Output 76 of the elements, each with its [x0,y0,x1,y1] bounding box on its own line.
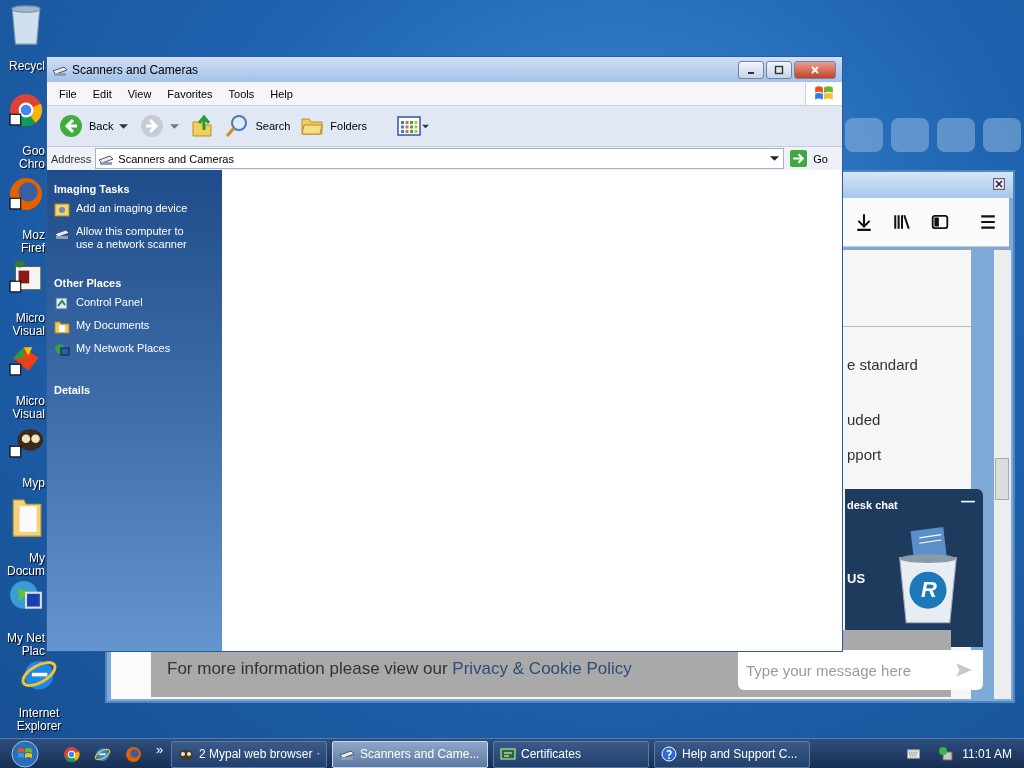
close-button[interactable] [794,60,836,79]
more-button[interactable]: » [156,741,164,757]
sidebar-icon[interactable] [931,213,949,231]
help-icon [661,746,677,762]
network-status-icon[interactable] [938,746,955,762]
icon-label: Recycl [8,60,45,73]
control-panel-icon [54,296,70,312]
privacy-policy-link[interactable]: Privacy & Cookie Policy [452,659,632,678]
scrollbar[interactable] [994,250,1011,699]
page-text: uded [847,411,881,428]
section-title[interactable]: Imaging Tasks [54,183,130,195]
task-link[interactable]: My Network Places [54,342,202,358]
browser-icon[interactable] [63,745,80,763]
chat-text: US [847,571,866,586]
menu-icon[interactable] [979,213,997,231]
go-arrow-icon [790,150,808,167]
task-link[interactable]: My Documents [54,319,202,335]
task-link[interactable]: Allow this computer to use a network scanner [54,225,202,251]
menu-item[interactable]: View [119,87,160,100]
menu-item[interactable]: File [51,87,85,100]
minimize-icon [748,71,754,74]
go-button[interactable]: Go [788,150,838,167]
menu-item[interactable]: Edit [84,87,120,100]
close-icon [810,64,820,75]
message-box[interactable]: Type your message here [738,650,983,690]
icon-label: Myp [21,477,45,490]
certificate-icon [500,746,516,762]
search-button[interactable]: Search [221,112,295,140]
minimize-button[interactable]: — [961,493,975,509]
clock[interactable]: 11:01 AM [962,747,1012,761]
cookie-notice: For more information please view our Privacy & Cookie Policy [167,659,632,679]
logo-letter: R [921,577,937,603]
task-link[interactable]: Control Panel [54,296,202,312]
menu-item[interactable]: Tools [220,87,263,100]
taskbar-button[interactable]: Certificates [493,740,649,768]
task-link[interactable]: Add an imaging device [54,202,202,218]
dropdown-arrow-icon [422,122,429,130]
icon-label: My Net Plac [6,632,45,658]
icon-label: My Docum [6,552,45,578]
dropdown-arrow-icon[interactable] [770,154,780,163]
search-icon [225,114,250,138]
section-title[interactable]: Other Places [54,277,122,289]
icon-label: Moz Firef [20,229,45,255]
icon-label: Goo Chro [18,145,45,171]
address-label: Address [51,152,92,165]
start-button[interactable] [11,740,39,768]
maximize-button[interactable] [766,60,792,79]
message-field[interactable]: Type your message here [744,660,955,680]
folder-icon [54,319,70,335]
menu-item[interactable]: Favorites [159,87,221,100]
taskbar-button[interactable]: 2 Mypal web browser [171,740,327,768]
library-icon[interactable] [893,213,911,231]
camera-folder-icon [54,202,70,218]
e-globe-icon[interactable] [94,745,111,763]
recycle-bin-icon[interactable] [9,3,43,47]
icon-label: Micro Visual [11,395,45,421]
icon-label: Micro Visual [11,312,45,338]
folders-button[interactable]: Folders [296,112,371,140]
menu-item[interactable]: Help [262,87,301,100]
section-title[interactable]: Details [54,384,91,396]
scroll-thumb[interactable] [995,458,1009,500]
maximize-icon [774,64,784,75]
keyboard-icon[interactable] [907,749,921,759]
page-text: pport [847,446,882,463]
dropdown-arrow-icon[interactable] [119,121,129,131]
network-icon [54,342,70,358]
page-text: e standard [847,356,918,373]
back-button[interactable]: Back [55,112,118,140]
address-field[interactable]: Scanners and Cameras [95,148,785,169]
taskbar-button[interactable]: Help and Support C... [654,740,810,768]
close-icon[interactable] [993,178,1005,190]
minimize-button[interactable] [738,60,764,79]
chat-title: desk chat [847,499,898,511]
icon-label: Internet Explorer [15,707,63,733]
download-icon[interactable] [855,213,873,231]
window-title: Scanners and Cameras [72,62,199,77]
